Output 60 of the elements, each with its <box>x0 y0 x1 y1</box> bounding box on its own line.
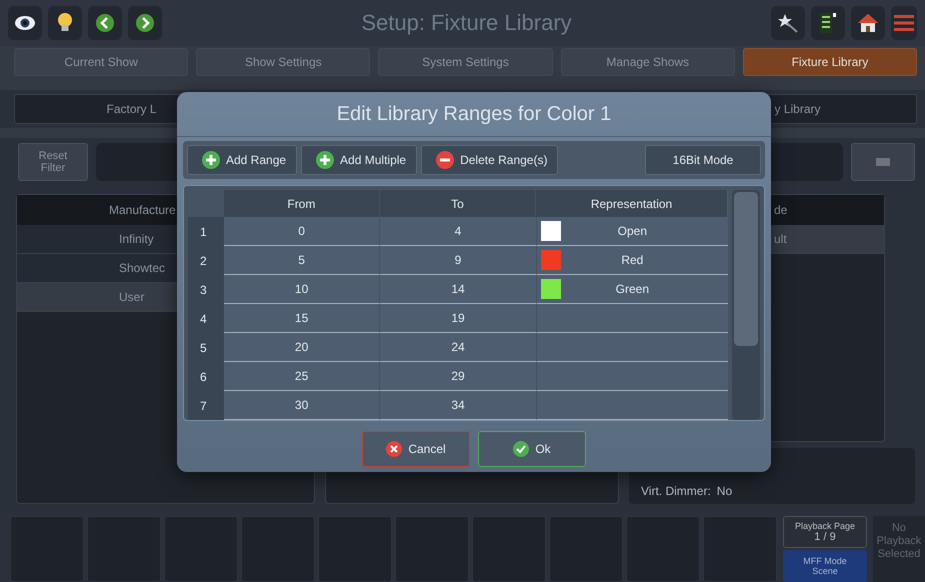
table-cell: 4 <box>380 217 537 246</box>
keyboard-button[interactable] <box>851 143 915 181</box>
table-cell: Green <box>616 282 650 296</box>
table-cell: 10 <box>224 275 380 304</box>
eye-icon[interactable] <box>8 6 42 40</box>
row-number: 5 <box>188 333 224 362</box>
table-cell: 34 <box>380 391 537 420</box>
minus-icon <box>436 151 454 169</box>
scroll-thumb[interactable] <box>734 192 758 346</box>
tab[interactable]: Fixture Library <box>742 48 918 76</box>
tab[interactable]: Show Settings <box>196 48 370 76</box>
plus-icon <box>316 151 334 169</box>
column-header: Representation <box>536 190 728 217</box>
close-icon <box>386 441 402 457</box>
mff-mode-button[interactable]: MFF Mode Scene <box>783 550 867 582</box>
tab[interactable]: Manage Shows <box>560 48 735 76</box>
table-cell: 14 <box>380 275 537 304</box>
sheet-icon[interactable] <box>811 6 845 40</box>
home-icon[interactable] <box>851 6 885 40</box>
table-cell: Red <box>621 253 644 267</box>
table-cell: 19 <box>380 304 537 333</box>
table-cell: 5 <box>224 246 380 275</box>
screen-title: Setup: Fixture Library <box>361 10 572 36</box>
row-number: 4 <box>188 304 224 333</box>
toolbar-button[interactable]: Add Range <box>187 145 298 175</box>
magic-wand-icon[interactable] <box>771 6 805 40</box>
row-number: 7 <box>188 391 224 420</box>
table-cell: 30 <box>224 391 380 420</box>
table-cell: 0 <box>224 217 380 246</box>
menu-icon[interactable] <box>891 6 917 40</box>
table-cell: 9 <box>380 246 537 275</box>
mode-button[interactable]: 16Bit Mode <box>645 145 761 175</box>
info-label: Virt. Dimmer: <box>641 484 711 498</box>
cancel-button[interactable]: Cancel <box>362 431 470 467</box>
reset-filter-button[interactable]: Reset Filter <box>18 143 88 181</box>
tab[interactable]: Current Show <box>14 48 188 76</box>
table-cell: 25 <box>224 362 380 391</box>
check-icon <box>513 441 530 457</box>
table-cell: 15 <box>224 304 380 333</box>
lightbulb-icon[interactable] <box>48 6 82 40</box>
row-number: 1 <box>188 217 224 246</box>
table-cell: 29 <box>380 362 537 391</box>
scrollbar[interactable] <box>732 190 760 420</box>
playback-page-button[interactable]: Playback Page 1 / 9 <box>783 516 867 548</box>
dialog-title: Edit Library Ranges for Color 1 <box>177 92 771 137</box>
row-number: 6 <box>188 362 224 391</box>
column-header: To <box>380 190 536 217</box>
info-value: No <box>716 484 732 498</box>
plus-icon <box>202 151 220 169</box>
table-cell: 20 <box>224 333 380 362</box>
toolbar-button[interactable]: Delete Range(s) <box>421 145 558 175</box>
row-number: 2 <box>188 246 224 275</box>
column-header: From <box>224 190 380 217</box>
table-cell: 24 <box>380 333 537 362</box>
ok-button[interactable]: Ok <box>478 431 586 467</box>
row-number: 3 <box>188 275 224 304</box>
table-cell: Open <box>618 224 648 238</box>
toolbar-button[interactable]: Add Multiple <box>301 145 418 175</box>
tab[interactable]: System Settings <box>378 48 553 76</box>
playback-status: No Playback Selected <box>873 516 925 582</box>
